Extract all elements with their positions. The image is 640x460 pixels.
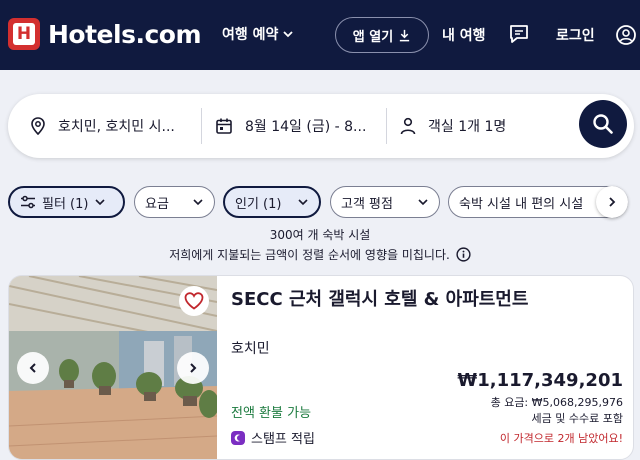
rewards-stamp-icon (231, 430, 245, 445)
search-divider (386, 108, 387, 144)
nightly-price: ₩1,117,349,201 (457, 370, 623, 391)
chevron-left-icon (29, 363, 36, 373)
chevron-down-icon (95, 199, 106, 206)
stamp-reward-label: 스탬프 적립 (251, 432, 315, 447)
trips-menu-button[interactable]: 여행 예약 (222, 24, 294, 44)
sliders-icon (21, 195, 35, 209)
search-icon (593, 114, 613, 134)
filter-chip-label: 고객 평점 (341, 196, 393, 212)
filter-chip-label: 요금 (145, 196, 169, 212)
my-trips-link[interactable]: 내 여행 (442, 25, 486, 45)
destination-value: 호치민, 호치민 시... (58, 119, 175, 135)
heart-icon (184, 292, 204, 310)
logo-mark-icon: H (8, 18, 40, 50)
search-bar: 호치민, 호치민 시... 8월 14일 (금) - 8... 객실 1개 1명 (8, 94, 634, 158)
rooms-left-alert: 이 가격으로 2개 남았어요! (499, 432, 623, 445)
top-navigation-bar: H Hotels.com 여행 예약 앱 열기 내 여행 로그인 (0, 0, 640, 70)
hotels-logo[interactable]: H Hotels.com (8, 18, 202, 50)
open-app-button[interactable]: 앱 열기 (335, 17, 429, 53)
download-icon (400, 29, 410, 41)
travelers-value: 객실 1개 1명 (428, 119, 507, 135)
save-favorite-button[interactable] (179, 286, 209, 316)
location-pin-icon (31, 117, 45, 135)
total-price: 총 요금: ₩5,068,295,976 (490, 396, 623, 409)
filter-chip-price[interactable]: 요금 (134, 186, 215, 218)
logo-text: Hotels.com (48, 19, 202, 49)
trips-menu-label: 여행 예약 (222, 27, 279, 43)
hotel-name[interactable]: SECC 근처 갤럭시 호텔 & 아파트먼트 (231, 288, 531, 312)
filter-chip-label: 인기 (1) (235, 196, 282, 212)
destination-field[interactable]: 호치민, 호치민 시... (30, 94, 200, 158)
sort-order-notice: 저희에게 지불되는 금액이 정렬 순서에 영향을 미칩니다. (0, 246, 640, 263)
chevron-down-icon (193, 199, 203, 206)
chevron-right-icon (190, 363, 197, 373)
info-icon[interactable] (456, 247, 471, 262)
dates-field[interactable]: 8월 14일 (금) - 8... (215, 94, 385, 158)
travelers-field[interactable]: 객실 1개 1명 (400, 94, 570, 158)
filter-chip-popular[interactable]: 인기 (1) (223, 186, 321, 218)
chevron-right-icon (609, 197, 616, 207)
search-button[interactable] (579, 100, 627, 148)
calendar-icon (216, 118, 232, 134)
results-count: 300여 개 숙박 시설 (269, 228, 371, 242)
photo-next-button[interactable] (177, 352, 209, 384)
hotel-city: 호치민 (231, 341, 270, 357)
dates-value: 8월 14일 (금) - 8... (245, 119, 367, 135)
filter-chip-filters[interactable]: 필터 (1) (8, 186, 125, 218)
chevron-down-icon (298, 199, 308, 206)
filter-chip-label: 숙박 시설 내 편의 시설 (459, 196, 584, 212)
person-icon (400, 117, 416, 135)
stamp-reward: 스탬프 적립 (231, 428, 315, 447)
open-app-label: 앱 열기 (352, 29, 394, 45)
chevron-down-icon (418, 199, 428, 206)
filters-scroll-next-button[interactable] (596, 186, 628, 218)
filter-chip-label: 필터 (1) (42, 196, 89, 212)
account-icon[interactable] (615, 24, 637, 46)
sort-order-notice-text: 저희에게 지불되는 금액이 정렬 순서에 영향을 미칩니다. (169, 248, 450, 262)
chevron-down-icon (283, 31, 294, 38)
tax-note: 세금 및 수수료 포함 (531, 412, 623, 425)
filter-chip-guest-rating[interactable]: 고객 평점 (330, 186, 440, 218)
login-link[interactable]: 로그인 (556, 25, 595, 45)
search-divider (201, 108, 202, 144)
message-icon[interactable] (508, 23, 530, 45)
refund-badge: 전액 환불 가능 (231, 406, 312, 421)
photo-previous-button[interactable] (17, 352, 49, 384)
hotel-card[interactable]: SECC 근처 갤럭시 호텔 & 아파트먼트 호치민 전액 환불 가능 스탬프 … (8, 275, 634, 460)
